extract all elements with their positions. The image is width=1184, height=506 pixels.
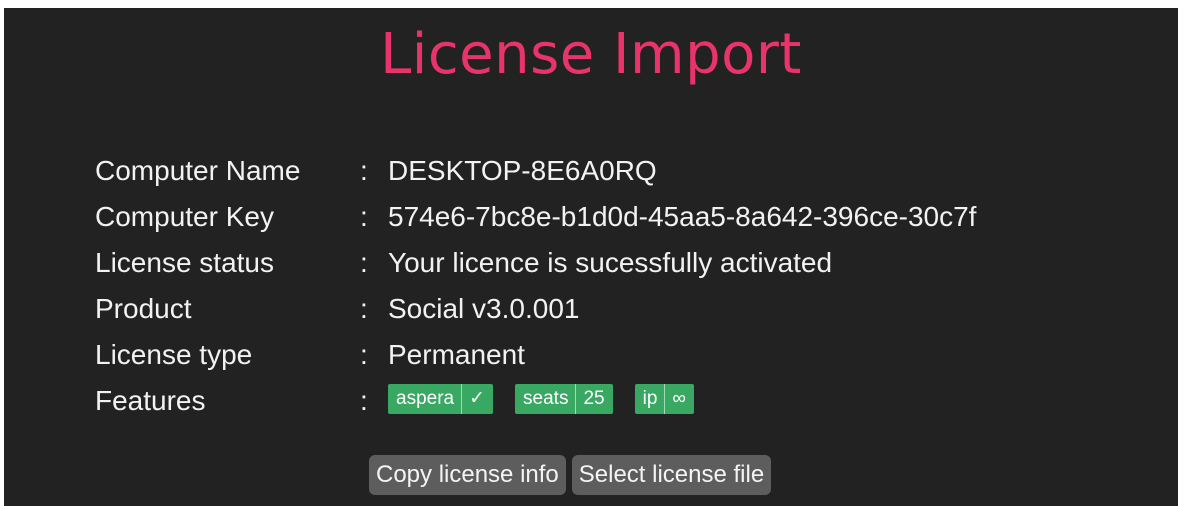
page-title: License Import <box>380 22 802 87</box>
computer-name-value: DESKTOP-8E6A0RQ <box>388 155 657 186</box>
info-row-product: Product : Social v3.0.001 <box>95 286 976 332</box>
license-type-value: Permanent <box>388 339 525 370</box>
feature-badge-aspera: aspera ✓ <box>388 384 494 414</box>
feature-badge-key: ip <box>642 388 658 409</box>
info-row-features: Features : aspera ✓ seats 25 ip ∞ <box>95 378 976 424</box>
info-label: Product <box>95 293 192 324</box>
feature-badge-key: seats <box>523 388 569 409</box>
license-import-panel: License Import Computer Name : DESKTOP-8… <box>4 8 1178 506</box>
info-label: License type <box>95 339 253 370</box>
computer-key-value: 574e6-7bc8e-b1d0d-45aa5-8a642-396ce-30c7… <box>388 201 977 232</box>
info-row-license-type: License type : Permanent <box>95 332 976 378</box>
infinity-icon: ∞ <box>664 384 694 414</box>
copy-license-info-button[interactable]: Copy license info <box>369 455 566 495</box>
feature-badge-value: 25 <box>575 384 612 414</box>
feature-badge-ip: ip ∞ <box>634 384 694 414</box>
info-separator: : <box>360 155 368 186</box>
info-row-computer-key: Computer Key : 574e6-7bc8e-b1d0d-45aa5-8… <box>95 194 976 240</box>
info-row-computer-name: Computer Name : DESKTOP-8E6A0RQ <box>95 148 976 194</box>
info-row-license-status: License status : Your licence is sucessf… <box>95 240 976 286</box>
feature-badges: aspera ✓ seats 25 ip ∞ <box>388 384 694 414</box>
info-separator: : <box>360 247 368 278</box>
check-icon: ✓ <box>461 384 493 414</box>
info-label: Features <box>95 385 206 416</box>
feature-badge-seats: seats 25 <box>515 384 613 414</box>
info-separator: : <box>360 201 368 232</box>
feature-badge-key: aspera <box>396 388 455 409</box>
info-separator: : <box>360 339 368 370</box>
info-label: Computer Name <box>95 155 301 186</box>
select-license-file-button[interactable]: Select license file <box>571 455 772 495</box>
license-info: Computer Name : DESKTOP-8E6A0RQ Computer… <box>95 148 976 424</box>
info-separator: : <box>360 385 368 416</box>
product-value: Social v3.0.001 <box>388 293 580 324</box>
license-status-value: Your licence is sucessfully activated <box>388 247 833 278</box>
info-label: License status <box>95 247 274 278</box>
action-buttons: Copy license info Select license file <box>369 455 772 495</box>
info-label: Computer Key <box>95 201 274 232</box>
info-separator: : <box>360 293 368 324</box>
